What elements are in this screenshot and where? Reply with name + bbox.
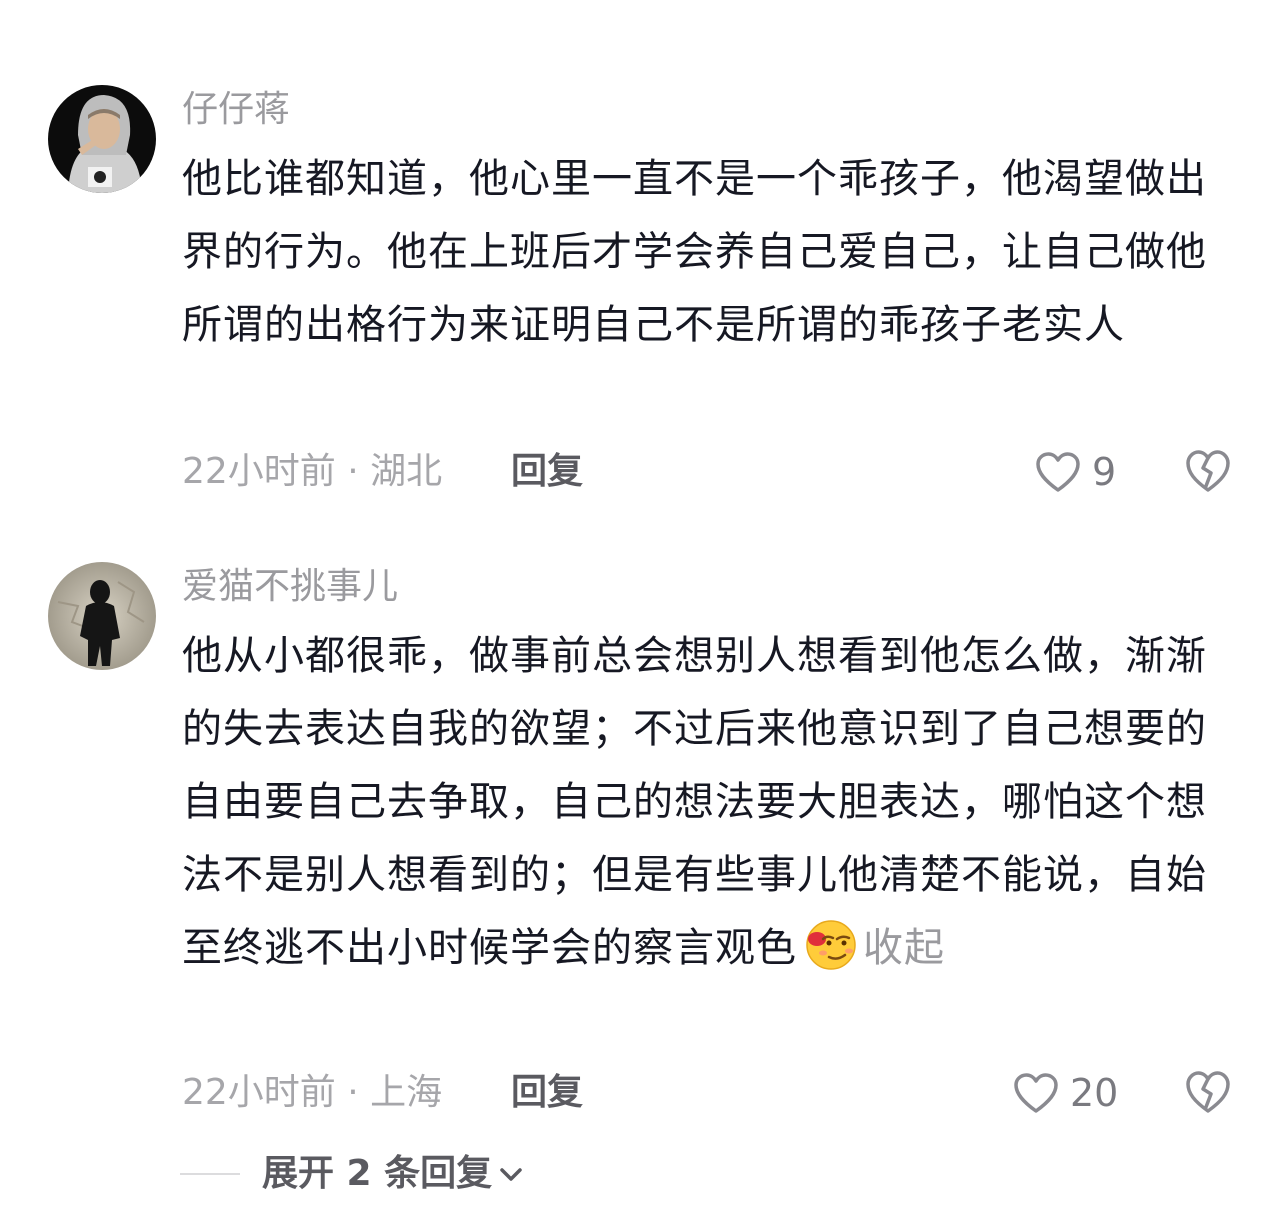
chevron-down-icon: [500, 1168, 522, 1181]
expand-replies-label: 展开 2 条回复: [262, 1153, 493, 1194]
shadow-figure-avatar-icon: [48, 562, 156, 670]
divider-line: [180, 1173, 240, 1175]
like-button[interactable]: 20: [1012, 1069, 1118, 1117]
broken-heart-icon: [1186, 450, 1230, 492]
reply-button[interactable]: 回复: [511, 448, 583, 496]
comment-text: 他比谁都知道，他心里一直不是一个乖孩子，他渴望做出界的行为。他在上班后才学会养自…: [182, 156, 1207, 348]
expand-replies-button[interactable]: 展开 2 条回复: [180, 1150, 524, 1198]
broken-heart-icon: [1186, 1071, 1230, 1113]
dislike-button[interactable]: [1184, 1069, 1232, 1119]
comment-text: 他从小都很乖，做事前总会想别人想看到他怎么做，渐渐的失去表达自我的欲望；不过后来…: [182, 620, 1232, 985]
smirking-tipsy-emoji: [806, 920, 856, 970]
hooded-person-avatar-icon: [48, 85, 156, 193]
comment-time-location: 22小时前 · 湖北: [182, 451, 443, 492]
comment-text-content: 他从小都很乖，做事前总会想别人想看到他怎么做，渐渐的失去表达自我的欲望；不过后来…: [182, 633, 1207, 971]
reply-button[interactable]: 回复: [511, 1069, 583, 1117]
heart-outline-icon: [1036, 452, 1080, 492]
comment-username[interactable]: 爱猫不挑事儿: [182, 563, 398, 611]
like-button[interactable]: 9: [1034, 448, 1116, 496]
comment-username[interactable]: 仔仔蒋: [182, 86, 290, 134]
user-avatar[interactable]: [48, 85, 156, 193]
user-avatar[interactable]: [48, 562, 156, 670]
heart-outline-icon: [1014, 1073, 1058, 1113]
like-count: 20: [1070, 1071, 1119, 1115]
dislike-button[interactable]: [1184, 448, 1232, 498]
comment-time-location: 22小时前 · 上海: [182, 1072, 443, 1113]
like-count: 9: [1092, 450, 1117, 494]
collapse-button[interactable]: 收起: [863, 925, 945, 971]
